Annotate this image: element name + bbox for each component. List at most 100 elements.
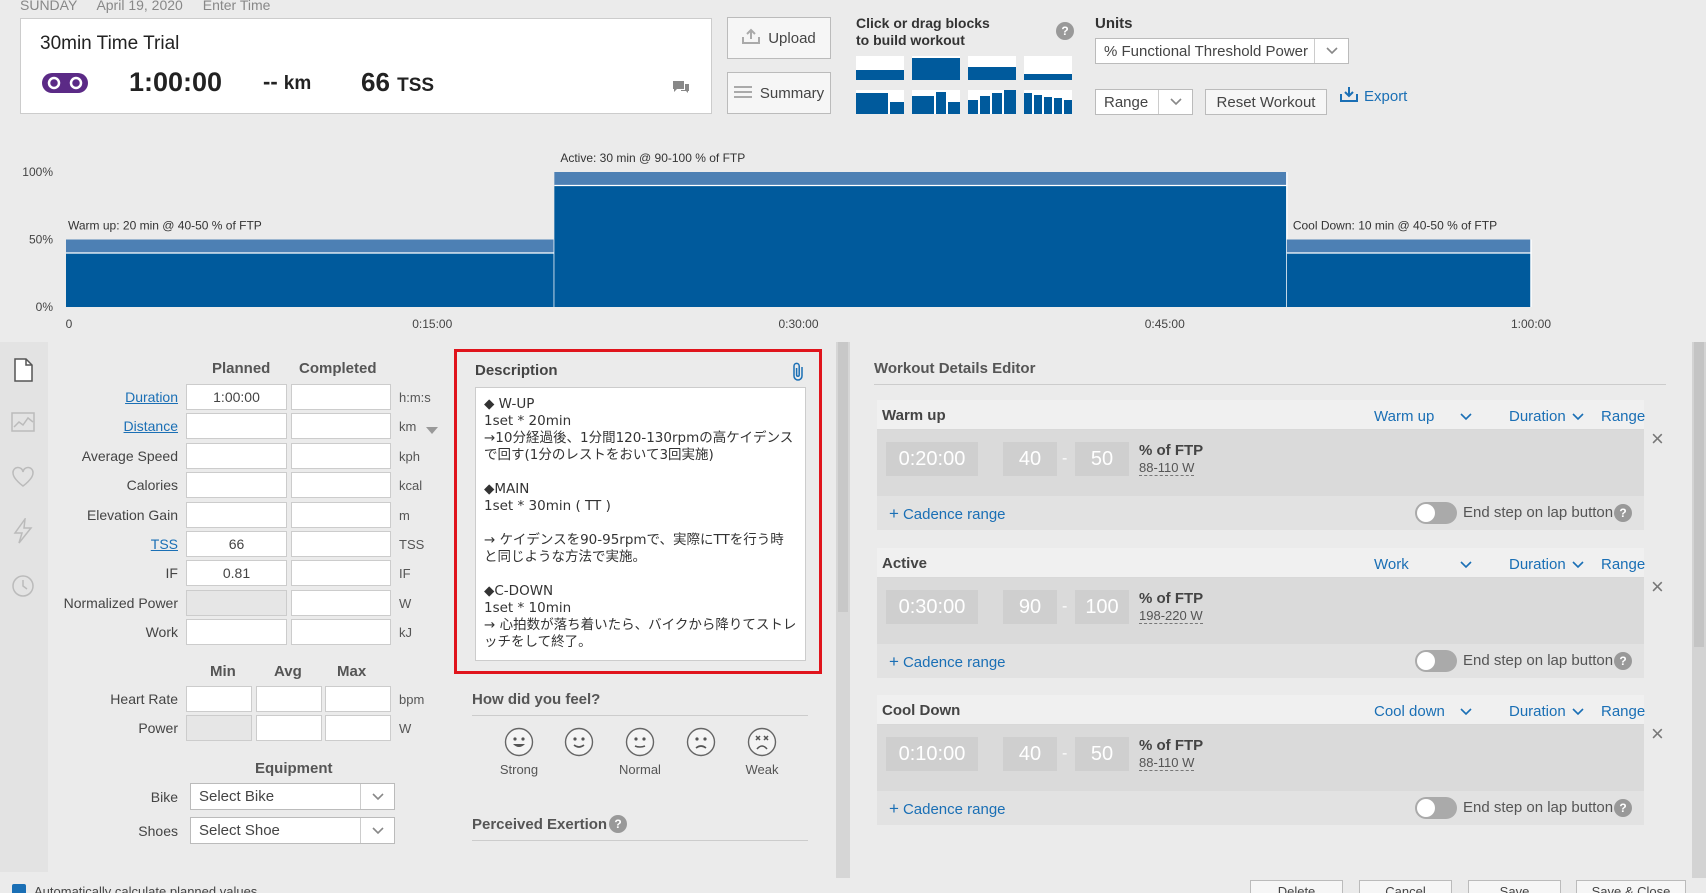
planned-distance-input[interactable] — [186, 413, 287, 440]
units-select[interactable]: % Functional Threshold Power — [1095, 38, 1349, 64]
planned-average-speed-input[interactable] — [186, 442, 287, 469]
delete-step-close-icon[interactable]: × — [1651, 721, 1664, 747]
completed-elevation-gain-input[interactable] — [291, 501, 391, 528]
segment-bar-2[interactable] — [1286, 253, 1531, 307]
block-steady-high[interactable] — [912, 56, 960, 80]
cadence-range-button[interactable]: + Cadence range — [889, 504, 1006, 524]
completed-distance-input[interactable] — [291, 413, 391, 440]
end-step-lap-toggle[interactable] — [1415, 797, 1457, 819]
block-steady-mid[interactable] — [968, 56, 1016, 80]
feel-option-weak[interactable]: Weak — [732, 727, 792, 778]
step-duration-input[interactable]: 0:30:00 — [886, 590, 978, 624]
step-type-dropdown[interactable]: Work — [1374, 556, 1472, 573]
export-button[interactable]: Export — [1340, 86, 1407, 106]
power-avg-input[interactable] — [256, 715, 322, 741]
distance-unit-dropdown-icon[interactable] — [426, 422, 438, 440]
comments-icon[interactable] — [671, 79, 691, 100]
planned-tss-input[interactable]: 66 — [186, 531, 287, 557]
feel-option-strong[interactable]: Strong — [489, 727, 549, 778]
heart-icon[interactable] — [11, 466, 35, 493]
step-target-low-input[interactable]: 40 — [1003, 737, 1057, 771]
summary-button[interactable]: Summary — [727, 72, 831, 114]
cadence-range-button[interactable]: + Cadence range — [889, 652, 1006, 672]
step-name[interactable]: Active — [882, 555, 927, 572]
feel-option-sad[interactable] — [671, 727, 731, 778]
editor-scrollbar[interactable] — [1692, 342, 1706, 893]
planned-elevation-gain-input[interactable] — [186, 501, 287, 528]
power-max-input[interactable] — [325, 715, 391, 741]
step-type-dropdown[interactable]: Warm up — [1374, 408, 1472, 425]
step-target-low-input[interactable]: 40 — [1003, 442, 1057, 476]
duration-mode-dropdown[interactable]: Duration — [1509, 408, 1584, 425]
cadence-range-button[interactable]: + Cadence range — [889, 799, 1006, 819]
segment-range-band-1[interactable] — [554, 172, 1287, 186]
block-interval-5[interactable] — [1024, 90, 1072, 114]
end-step-lap-toggle[interactable] — [1415, 650, 1457, 672]
step-name[interactable]: Cool Down — [882, 702, 960, 719]
feel-option-happy[interactable] — [549, 727, 609, 778]
delete-step-close-icon[interactable]: × — [1651, 426, 1664, 452]
workout-title[interactable]: 30min Time Trial — [40, 33, 179, 55]
block-steady-low[interactable] — [856, 56, 904, 80]
description-textarea[interactable]: ◆ W-UP 1set * 20min →10分経過後、1分間120-130rp… — [475, 387, 806, 661]
enter-time-link[interactable]: Enter Time — [203, 0, 271, 13]
panel-scrollbar[interactable] — [836, 342, 850, 893]
step-duration-input[interactable]: 0:20:00 — [886, 442, 978, 476]
paperclip-icon[interactable] — [791, 362, 807, 387]
duration-mode-dropdown[interactable]: Duration — [1509, 556, 1584, 573]
planned-duration-input[interactable]: 1:00:00 — [186, 384, 287, 410]
step-target-low-input[interactable]: 90 — [1003, 590, 1057, 624]
graph-icon[interactable] — [11, 412, 35, 437]
duration-mode-dropdown[interactable]: Duration — [1509, 703, 1584, 720]
completed-duration-input[interactable] — [291, 384, 391, 410]
upload-button[interactable]: Upload — [727, 17, 831, 59]
segment-bar-1[interactable] — [554, 185, 1287, 308]
step-type-dropdown[interactable]: Cool down — [1374, 703, 1472, 720]
help-icon[interactable]: ? — [1614, 799, 1632, 817]
delete-button[interactable]: Delete — [1250, 880, 1343, 893]
auto-calc-checkbox[interactable] — [12, 884, 26, 893]
completed-normalized-power-input[interactable] — [291, 589, 391, 616]
field-label-tss[interactable]: TSS — [48, 536, 178, 552]
feel-option-normal[interactable]: Normal — [610, 727, 670, 778]
scrollbar-thumb[interactable] — [838, 342, 848, 612]
step-name[interactable]: Warm up — [882, 407, 946, 424]
shoes-select[interactable]: Select Shoe — [190, 817, 395, 844]
document-icon[interactable] — [12, 358, 34, 387]
block-interval-4[interactable] — [968, 90, 1016, 114]
heart-rate-min-input[interactable] — [186, 686, 252, 712]
editor-scrollbar-thumb[interactable] — [1694, 342, 1704, 647]
step-target-high-input[interactable]: 100 — [1075, 590, 1129, 624]
segment-range-band-0[interactable] — [66, 239, 555, 254]
completed-if-input[interactable] — [291, 560, 391, 587]
planned-if-input[interactable]: 0.81 — [186, 560, 287, 587]
help-icon[interactable]: ? — [1614, 504, 1632, 522]
step-target-high-input[interactable]: 50 — [1075, 442, 1129, 476]
field-label-duration[interactable]: Duration — [48, 389, 178, 405]
target-range-select[interactable]: Range — [1095, 89, 1193, 115]
save-button[interactable]: Save — [1468, 880, 1561, 893]
segment-bar-0[interactable] — [66, 253, 555, 307]
heart-rate-avg-input[interactable] — [256, 686, 322, 712]
end-step-lap-toggle[interactable] — [1415, 502, 1457, 524]
planned-calories-input[interactable] — [186, 472, 287, 499]
step-duration-input[interactable]: 0:10:00 — [886, 737, 978, 771]
reset-workout-button[interactable]: Reset Workout — [1205, 89, 1327, 115]
help-icon[interactable]: ? — [1614, 652, 1632, 670]
help-icon[interactable]: ? — [609, 815, 628, 833]
heart-rate-max-input[interactable] — [325, 686, 391, 712]
completed-tss-input[interactable] — [291, 531, 391, 557]
block-ramp[interactable] — [1024, 56, 1072, 80]
planned-work-input[interactable] — [186, 619, 287, 646]
segment-range-band-2[interactable] — [1286, 239, 1531, 254]
field-label-distance[interactable]: Distance — [48, 418, 178, 434]
completed-work-input[interactable] — [291, 619, 391, 646]
lightning-icon[interactable] — [12, 516, 34, 549]
save-close-button[interactable]: Save & Close — [1576, 880, 1686, 893]
step-target-high-input[interactable]: 50 — [1075, 737, 1129, 771]
delete-step-close-icon[interactable]: × — [1651, 574, 1664, 600]
block-interval-3[interactable] — [912, 90, 960, 114]
workout-profile-chart[interactable]: 100% 50% 0% 0 0:15:00 0:30:00 0:45:00 1:00:00 Wa… — [0, 150, 1706, 340]
completed-average-speed-input[interactable] — [291, 442, 391, 469]
clock-icon[interactable] — [11, 574, 35, 603]
